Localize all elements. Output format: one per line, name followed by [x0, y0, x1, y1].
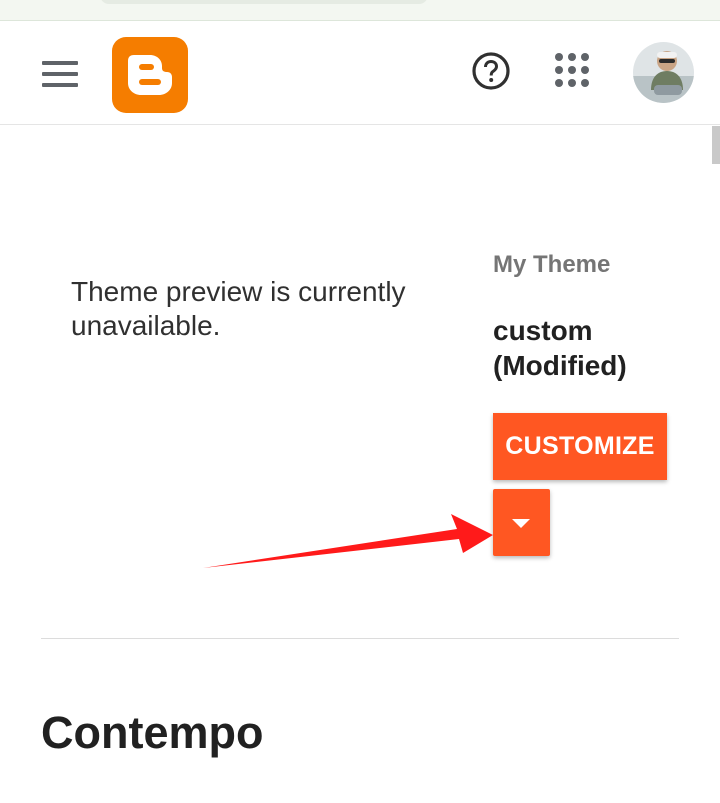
hamburger-menu-icon[interactable]: [42, 61, 78, 87]
annotation-arrow: [203, 514, 493, 568]
caret-down-icon: [512, 519, 530, 528]
scrollbar[interactable]: [712, 126, 720, 164]
theme-section-title: Contempo: [41, 707, 264, 758]
apps-grid-icon[interactable]: [555, 53, 591, 89]
browser-address-strip: [0, 0, 720, 21]
theme-options-dropdown-button[interactable]: [493, 489, 550, 556]
browser-address-bar[interactable]: [100, 0, 428, 4]
help-circle-icon[interactable]: [470, 50, 512, 92]
theme-preview-message: Theme preview is currently unavailable.: [71, 276, 406, 341]
my-theme-label: My Theme: [493, 251, 611, 278]
customize-button[interactable]: CUSTOMIZE: [493, 413, 667, 480]
blogger-logo-icon[interactable]: [112, 37, 188, 113]
section-divider: [41, 638, 679, 639]
user-avatar[interactable]: [633, 42, 694, 103]
current-theme-name: custom (Modified): [493, 315, 627, 381]
page: Theme preview is currently unavailable. …: [0, 0, 720, 803]
app-header: [0, 21, 720, 125]
